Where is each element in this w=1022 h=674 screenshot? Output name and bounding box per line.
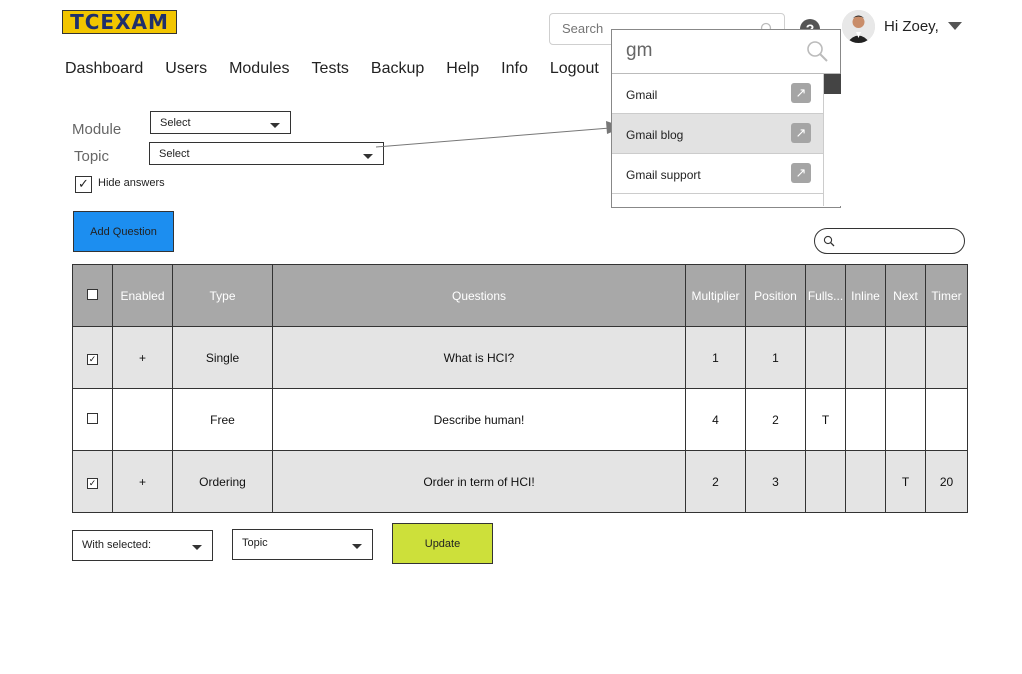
tcexam-logo[interactable]: TCEXAM	[62, 10, 177, 34]
caret-down-icon	[192, 545, 202, 550]
header-type[interactable]: Type	[172, 264, 273, 327]
cell-fullscreen: T	[805, 388, 846, 451]
cell-question[interactable]: What is HCI?	[272, 326, 686, 389]
cell-multiplier: 4	[685, 388, 746, 451]
module-select[interactable]: Select	[150, 111, 291, 134]
nav-help[interactable]: Help	[446, 60, 479, 78]
suggestion-search-field[interactable]: gm	[612, 30, 840, 74]
nav-dashboard[interactable]: Dashboard	[65, 60, 143, 78]
table-search-input[interactable]	[839, 233, 961, 247]
open-link-icon[interactable]: ↗	[791, 83, 811, 103]
nav-tests[interactable]: Tests	[312, 60, 349, 78]
cell-position: 1	[745, 326, 806, 389]
row-select-cell[interactable]: ✓	[72, 450, 113, 513]
row-select-cell[interactable]: ✓	[72, 326, 113, 389]
suggestion-query[interactable]: gm	[626, 40, 652, 62]
cell-type: Single	[172, 326, 273, 389]
cell-timer: 20	[925, 450, 968, 513]
table-header-row: Enabled Type Questions Multiplier Positi…	[72, 264, 968, 327]
row-checkbox[interactable]	[87, 412, 98, 424]
cell-next	[885, 326, 926, 389]
suggestion-scrollbar[interactable]	[823, 74, 841, 206]
cell-timer	[925, 388, 968, 451]
module-label: Module	[72, 121, 122, 138]
hide-answers-label: Hide answers	[98, 177, 165, 189]
main-nav: Dashboard Users Modules Tests Backup Hel…	[65, 60, 621, 78]
cell-position: 3	[745, 450, 806, 513]
caret-down-icon	[363, 154, 373, 159]
cell-fullscreen	[805, 326, 846, 389]
table-search-box[interactable]	[814, 228, 965, 254]
select-all-header[interactable]	[72, 264, 113, 327]
cell-enabled: +	[112, 326, 173, 389]
with-selected-select[interactable]: With selected:	[72, 530, 213, 561]
avatar[interactable]	[842, 10, 875, 43]
open-link-icon[interactable]: ↗	[791, 163, 811, 183]
cell-enabled: +	[112, 450, 173, 513]
caret-down-icon	[352, 544, 362, 549]
module-select-value: Select	[160, 117, 191, 129]
suggestion-item[interactable]: Gmail support ↗	[612, 154, 823, 194]
cell-inline	[845, 388, 886, 451]
header-questions[interactable]: Questions	[272, 264, 686, 327]
cell-type: Ordering	[172, 450, 273, 513]
cell-next: T	[885, 450, 926, 513]
scrollbar-thumb[interactable]	[824, 74, 841, 94]
suggestion-label: Gmail blog	[626, 128, 684, 142]
table-row[interactable]: ✓ + Single What is HCI? 1 1	[72, 326, 968, 389]
cell-multiplier: 2	[685, 450, 746, 513]
chevron-down-icon[interactable]	[948, 22, 962, 30]
cell-multiplier: 1	[685, 326, 746, 389]
cell-position: 2	[745, 388, 806, 451]
search-suggestions-dropdown: gm Gmail ↗ Gmail blog ↗ Gmail support ↗	[611, 29, 841, 208]
table-row[interactable]: ✓ + Ordering Order in term of HCI! 2 3 T…	[72, 450, 968, 513]
cell-type: Free	[172, 388, 273, 451]
header-position[interactable]: Position	[745, 264, 806, 327]
search-icon[interactable]	[806, 40, 828, 62]
header-fullscreen[interactable]: Fulls...	[805, 264, 846, 327]
questions-table: Enabled Type Questions Multiplier Positi…	[72, 264, 968, 513]
nav-info[interactable]: Info	[501, 60, 528, 78]
row-checkbox[interactable]: ✓	[87, 353, 98, 365]
header-timer[interactable]: Timer	[925, 264, 968, 327]
suggestion-label: Gmail	[626, 88, 658, 102]
cell-fullscreen	[805, 450, 846, 513]
bottom-topic-select[interactable]: Topic	[232, 529, 373, 560]
user-greeting[interactable]: Hi Zoey,	[884, 18, 939, 35]
cell-enabled	[112, 388, 173, 451]
header-multiplier[interactable]: Multiplier	[685, 264, 746, 327]
suggestion-item[interactable]: Gmail ↗	[612, 74, 823, 114]
with-selected-value: With selected:	[82, 539, 152, 551]
row-select-cell[interactable]	[72, 388, 113, 451]
bottom-topic-value: Topic	[242, 537, 268, 549]
header-inline[interactable]: Inline	[845, 264, 886, 327]
cell-question[interactable]: Order in term of HCI!	[272, 450, 686, 513]
row-checkbox[interactable]: ✓	[87, 477, 98, 489]
table-row[interactable]: Free Describe human! 4 2 T	[72, 388, 968, 451]
suggestion-item-highlighted[interactable]: Gmail blog ↗	[612, 114, 823, 154]
topic-select-value: Select	[159, 148, 190, 160]
cell-inline	[845, 326, 886, 389]
cell-next	[885, 388, 926, 451]
add-question-button[interactable]: Add Question	[73, 211, 174, 252]
nav-users[interactable]: Users	[165, 60, 207, 78]
nav-backup[interactable]: Backup	[371, 60, 424, 78]
nav-modules[interactable]: Modules	[229, 60, 289, 78]
cell-timer	[925, 326, 968, 389]
topic-label: Topic	[74, 148, 110, 165]
cell-inline	[845, 450, 886, 513]
search-icon	[823, 235, 835, 247]
topic-select[interactable]: Select	[149, 142, 384, 165]
nav-logout[interactable]: Logout	[550, 60, 599, 78]
suggestion-label: Gmail support	[626, 168, 701, 182]
caret-down-icon	[270, 123, 280, 128]
header-next[interactable]: Next	[885, 264, 926, 327]
select-all-checkbox[interactable]	[87, 288, 98, 300]
header-enabled[interactable]: Enabled	[112, 264, 173, 327]
cell-question[interactable]: Describe human!	[272, 388, 686, 451]
update-button[interactable]: Update	[392, 523, 493, 564]
hide-answers-checkbox[interactable]: ✓	[75, 176, 92, 193]
open-link-icon[interactable]: ↗	[791, 123, 811, 143]
